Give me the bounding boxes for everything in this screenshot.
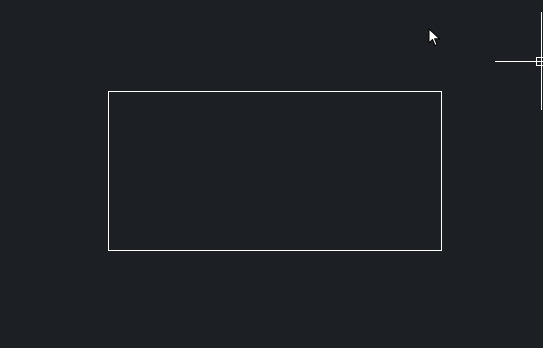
crosshair-cursor-icon (495, 12, 543, 110)
rectangle-shape[interactable] (108, 91, 442, 251)
arrow-pointer-icon (428, 28, 440, 46)
drawing-canvas[interactable] (0, 0, 543, 348)
drawing-area[interactable] (0, 0, 543, 348)
